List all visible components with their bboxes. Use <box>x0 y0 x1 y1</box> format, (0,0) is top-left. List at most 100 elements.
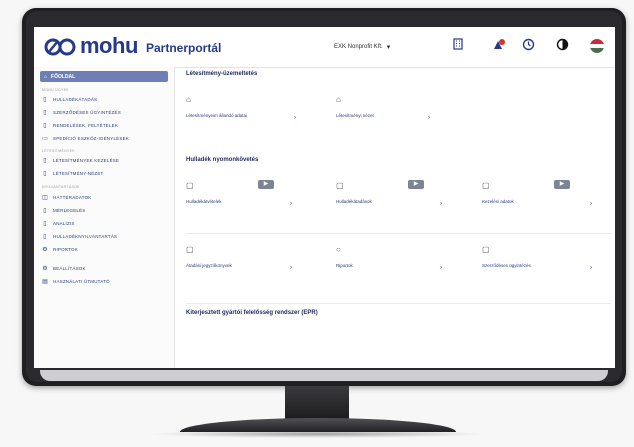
sidebar-item-label: HULLADÉKÁTADÁS <box>53 96 98 102</box>
card-label: Átadási jegyzőkönyvek <box>186 263 232 268</box>
chevron-right-icon: › <box>590 265 592 271</box>
card-label: Riportok <box>336 263 353 268</box>
chevron-right-icon: › <box>428 115 430 121</box>
sidebar: ⌂ FŐOLDAL MOHU ÜGYEK ▯ HULLADÉKÁTADÁS ▯ SZ… <box>34 67 175 368</box>
document-icon: ▢ <box>482 181 490 190</box>
card-waste-receipts[interactable]: ▢ ▶ Hulladékátvételek › <box>182 175 312 223</box>
card-handover-reports[interactable]: ▢ Átadási jegyzőkönyvek › <box>182 239 312 287</box>
sidebar-item-label: RIPORTOK <box>53 246 78 252</box>
sidebar-item-label: SPEDÍCIÓ ESZKÖZ-IGÉNYLÉSEK <box>53 135 129 141</box>
sidebar-section-label: MOHU ÜGYEK <box>42 88 69 92</box>
chevron-right-icon: › <box>290 265 292 271</box>
contract-icon: ▯ <box>43 109 47 116</box>
report-icon: ▢ <box>186 245 194 254</box>
monitor-chin <box>40 370 608 381</box>
sidebar-item-label: RENDELÉSEK, FELTÉTELEK <box>53 122 119 128</box>
card-reports[interactable]: ○ Riportok › <box>332 239 462 287</box>
registry-icon: ▯ <box>43 233 47 240</box>
chevron-right-icon: › <box>294 115 296 121</box>
sidebar-item-contracts[interactable]: ▯ SZERZŐDÉSES ÜGYINTÉZÉS <box>42 107 170 117</box>
chevron-right-icon: › <box>590 201 592 207</box>
handover-icon: ▢ <box>336 181 344 190</box>
sidebar-item-label: MÉRLEGELÉS <box>53 207 86 213</box>
sidebar-item-label: LÉTESÍTMÉNY-NÉZET <box>53 170 104 176</box>
sidebar-item-label: HÁTTÉRADATOK <box>53 194 92 200</box>
section-title-waste-tracking: Hulladék nyomonkövetés <box>186 157 259 163</box>
card-facility-data[interactable]: ⌂ Létesítményeim állandó adatai › <box>182 89 312 137</box>
sidebar-section-label: LÉTESÍTMÉNYEK <box>42 149 75 153</box>
card-treatment-data[interactable]: ▢ ▶ Kezelési adatok › <box>478 175 608 223</box>
monitor-stand-base <box>180 418 456 432</box>
video-icon[interactable]: ▶ <box>258 180 274 189</box>
chevron-right-icon: › <box>440 265 442 271</box>
order-icon: ▯ <box>43 122 47 129</box>
settings-icon: ⚙ <box>42 265 48 272</box>
facility-view-icon: ▯ <box>43 170 47 177</box>
sidebar-section-label: NYILVÁNTARTÁSOK <box>42 185 80 189</box>
section-title-epr: Kiterjesztett gyártói felelősség rendsze… <box>186 310 318 316</box>
sidebar-item-weighing[interactable]: ▯ MÉRLEGELÉS <box>42 205 170 215</box>
card-label: Hulladékátadások <box>336 199 372 204</box>
organization-name: EXK Nonprofit Kft. <box>334 44 383 50</box>
card-waste-handovers[interactable]: ▢ ▶ Hulladékátadások › <box>332 175 462 223</box>
sidebar-item-orders[interactable]: ▯ RENDELÉSEK, FELTÉTELEK <box>42 120 170 130</box>
analysis-icon: ▯ <box>43 220 47 227</box>
database-icon: ◫ <box>42 194 48 201</box>
scale-icon: ▯ <box>43 207 47 214</box>
card-label: Kezelési adatok <box>482 199 514 204</box>
divider <box>186 303 611 304</box>
sidebar-item-label: LÉTESÍTMÉNYEK KEZELÉSE <box>53 157 120 163</box>
language-flag-icon[interactable] <box>590 39 604 53</box>
chevron-right-icon: › <box>290 201 292 207</box>
contrast-icon[interactable] <box>554 38 570 54</box>
main-content: Létesítmény-üzemeltetés ⌂ Létesítményeim… <box>182 67 615 368</box>
home-icon: ⌂ <box>44 73 48 80</box>
contract-icon: ▢ <box>482 245 490 254</box>
sidebar-item-background-data[interactable]: ◫ HÁTTÉRADATOK <box>42 192 170 202</box>
building-icon[interactable] <box>450 38 466 54</box>
gear-icon: ⚙ <box>42 246 48 253</box>
alert-icon[interactable] <box>490 38 506 54</box>
chart-icon: ○ <box>336 245 341 254</box>
video-icon[interactable]: ▶ <box>408 180 424 189</box>
organization-select[interactable]: EXK Nonprofit Kft. ▾ <box>334 40 426 54</box>
sidebar-item-label: HASZNÁLATI ÚTMUTATÓ <box>53 278 110 284</box>
card-label: Létesítményi nézet <box>336 113 374 118</box>
sidebar-item-user-guide[interactable]: ▤ HASZNÁLATI ÚTMUTATÓ <box>42 276 170 286</box>
waste-icon: ▯ <box>43 96 47 103</box>
brand-subtitle: Partnerportál <box>146 41 222 55</box>
chevron-down-icon: ▾ <box>386 44 391 51</box>
sidebar-item-label: HULLADÉKNYILVÁNTARTÁS <box>53 233 118 239</box>
sidebar-item-label: BEÁLLÍTÁSOK <box>53 265 86 271</box>
sidebar-item-waste-transfer[interactable]: ▯ HULLADÉKÁTADÁS <box>42 94 170 104</box>
card-label: Létesítményeim állandó adatai <box>186 113 248 118</box>
sidebar-home-label: FŐOLDAL <box>51 73 76 80</box>
sidebar-item-reports[interactable]: ⚙ RIPORTOK <box>42 244 170 254</box>
facility-icon: ⌂ <box>186 95 191 104</box>
card-label: Szerződéses ügyintézés <box>482 263 531 268</box>
book-icon: ▤ <box>42 278 48 285</box>
card-facility-view[interactable]: ⌂ Létesítményi nézet › <box>332 89 462 137</box>
sidebar-item-analysis[interactable]: ▯ ANALÍZIS <box>42 218 170 228</box>
truck-icon: ▭ <box>42 135 48 142</box>
monitor-screen: mohu Partnerportál EXK Nonprofit Kft. ▾ … <box>34 27 615 368</box>
sidebar-item-facility-management[interactable]: ▯ LÉTESÍTMÉNYEK KEZELÉSE <box>42 155 170 165</box>
sidebar-item-settings[interactable]: ⚙ BEÁLLÍTÁSOK <box>42 263 170 273</box>
facility-icon: ▯ <box>43 157 47 164</box>
history-icon[interactable] <box>520 38 536 54</box>
app-header: mohu Partnerportál EXK Nonprofit Kft. ▾ <box>34 27 615 68</box>
sidebar-item-home[interactable]: ⌂ FŐOLDAL <box>40 71 168 82</box>
sidebar-item-label: ANALÍZIS <box>53 220 75 226</box>
divider <box>186 233 611 234</box>
sidebar-item-shipping[interactable]: ▭ SPEDÍCIÓ ESZKÖZ-IGÉNYLÉSEK <box>42 133 170 143</box>
sidebar-item-facility-view[interactable]: ▯ LÉTESÍTMÉNY-NÉZET <box>42 168 170 178</box>
chevron-right-icon: › <box>440 201 442 207</box>
sidebar-item-waste-registry[interactable]: ▯ HULLADÉKNYILVÁNTARTÁS <box>42 231 170 241</box>
card-label: Hulladékátvételek <box>186 199 222 204</box>
card-contract-admin[interactable]: ▢ Szerződéses ügyintézés › <box>478 239 608 287</box>
receipt-icon: ▢ <box>186 181 194 190</box>
facility-view-icon: ⌂ <box>336 95 341 104</box>
mohu-logo-icon <box>44 38 76 56</box>
video-icon[interactable]: ▶ <box>554 180 570 189</box>
monitor-stand-neck <box>285 386 349 420</box>
